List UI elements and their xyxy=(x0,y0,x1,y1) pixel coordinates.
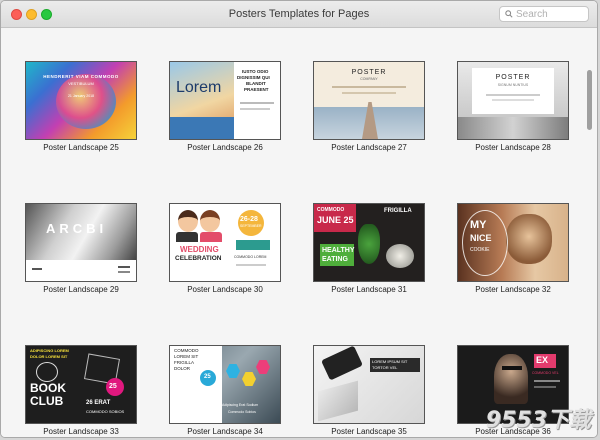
template-label: Poster Landscape 30 xyxy=(187,285,263,294)
thumb-text: COOKIE xyxy=(470,247,490,253)
template-tile[interactable]: ARCBI Poster Landscape 29 xyxy=(25,203,137,318)
template-label: Poster Landscape 32 xyxy=(475,285,551,294)
thumb-text: COMMODO LOREM xyxy=(234,255,267,259)
template-tile[interactable]: COMMODO JUNE 25 FRIGILLA HEALTHY EATING … xyxy=(313,203,425,318)
template-gallery: HENDRERIT VIAM COMMODO VESTIBULUM 21 Jan… xyxy=(1,28,597,437)
thumb-text: 26 ERAT xyxy=(86,400,111,406)
thumb-text: ARCBI xyxy=(46,221,108,236)
thumb-text: COMPANY xyxy=(360,77,378,81)
thumb-text: MY xyxy=(470,219,487,231)
template-tile[interactable]: POSTER SIGNUM NUNTIUS Poster Landscape 2… xyxy=(457,61,569,176)
thumb-text: 26-28 xyxy=(240,216,258,223)
template-thumbnail[interactable]: HENDRERIT VIAM COMMODO VESTIBULUM 21 Jan… xyxy=(25,61,137,140)
template-tile[interactable]: COMMODO LOREM SIT FRIGILLA DOLOR 25 Adip… xyxy=(169,345,281,437)
thumb-text: NICE xyxy=(470,233,492,243)
watermark-logo: 9553下载 xyxy=(485,408,591,433)
thumb-text: FRIGILLA xyxy=(174,360,195,365)
template-thumbnail[interactable]: MY NICE COOKIE xyxy=(457,203,569,282)
thumb-text: 21 January 2018 xyxy=(67,94,95,98)
template-label: Poster Landscape 25 xyxy=(43,143,119,152)
template-tile[interactable]: MY NICE COOKIE Poster Landscape 32 xyxy=(457,203,569,318)
vertical-scrollbar[interactable] xyxy=(587,70,592,130)
thumb-text: DIGNISSIM QUI xyxy=(237,75,270,80)
thumb-text: COMMODO xyxy=(174,348,199,353)
thumb-text: DOLOR xyxy=(174,366,191,371)
thumb-text: LOREM SIT xyxy=(174,354,199,359)
template-label: Poster Landscape 29 xyxy=(43,285,119,294)
thumb-text: ADIPISCING LOREM xyxy=(30,348,69,353)
app-window: Posters Templates for Pages HENDRERIT VI… xyxy=(0,0,598,438)
template-thumbnail[interactable]: ARCBI xyxy=(25,203,137,282)
thumb-text: COMMODO xyxy=(317,207,345,213)
thumb-text: Commodo Sobios xyxy=(228,410,256,414)
template-thumbnail[interactable]: Lorem IUSTO ODIO DIGNISSIM QUI BLANDIT P… xyxy=(169,61,281,140)
template-label: Poster Landscape 34 xyxy=(187,427,263,436)
thumb-text: HENDRERIT VIAM COMMODO xyxy=(43,74,119,79)
thumb-text: JUNE 25 xyxy=(317,215,354,225)
thumb-text: SIGNUM NUNTIUS xyxy=(497,83,529,87)
thumb-text: TORTOR VEL xyxy=(372,365,398,370)
template-thumbnail[interactable]: WEDDING CELEBRATION 26-28 SEPTEMBER COMM… xyxy=(169,203,281,282)
thumb-text: POSTER xyxy=(495,74,531,81)
thumb-text: LOREM IPSUM SIT xyxy=(372,359,408,364)
template-label: Poster Landscape 28 xyxy=(475,143,551,152)
template-label: Poster Landscape 26 xyxy=(187,143,263,152)
thumb-text: WEDDING xyxy=(180,245,219,254)
template-tile[interactable]: HENDRERIT VIAM COMMODO VESTIBULUM 21 Jan… xyxy=(25,61,137,176)
title-bar: Posters Templates for Pages xyxy=(1,1,597,28)
template-label: Poster Landscape 27 xyxy=(331,143,407,152)
thumb-text: IUSTO ODIO xyxy=(242,69,269,74)
thumb-text: CLUB xyxy=(30,394,64,408)
template-tile[interactable]: WEDDING CELEBRATION 26-28 SEPTEMBER COMM… xyxy=(169,203,281,318)
template-thumbnail[interactable]: POSTER SIGNUM NUNTIUS xyxy=(457,61,569,140)
thumb-text: COMMODO SOBIOS xyxy=(86,409,125,414)
template-label: Poster Landscape 31 xyxy=(331,285,407,294)
thumb-text: EX xyxy=(536,355,549,365)
thumb-text: EATING xyxy=(322,256,348,263)
thumb-text: BOOK xyxy=(30,381,66,395)
thumb-text: BLANDIT xyxy=(246,81,266,86)
thumb-text: Lorem xyxy=(176,79,222,96)
template-tile[interactable]: LOREM IPSUM SIT TORTOR VEL Poster Landsc… xyxy=(313,345,425,437)
template-label: Poster Landscape 33 xyxy=(43,427,119,436)
search-field[interactable] xyxy=(499,6,589,22)
thumb-text: DOLOR LOREM SIT xyxy=(30,354,68,359)
search-icon xyxy=(505,10,513,18)
template-thumbnail[interactable]: COMMODO JUNE 25 FRIGILLA HEALTHY EATING xyxy=(313,203,425,282)
template-tile[interactable]: Lorem IUSTO ODIO DIGNISSIM QUI BLANDIT P… xyxy=(169,61,281,176)
thumb-text: HEALTHY xyxy=(322,247,355,254)
thumb-text: SEPTEMBER xyxy=(240,224,262,228)
search-input[interactable] xyxy=(516,7,586,21)
thumb-text: Adipiscing Erat Sodium xyxy=(222,403,259,407)
template-thumbnail[interactable]: ADIPISCING LOREM DOLOR LOREM SIT BOOK CL… xyxy=(25,345,137,424)
thumb-text: CELEBRATION xyxy=(175,255,222,262)
thumb-text: COMMODO VEL xyxy=(532,371,559,375)
template-label: Poster Landscape 35 xyxy=(331,427,407,436)
template-thumbnail[interactable]: LOREM IPSUM SIT TORTOR VEL xyxy=(313,345,425,424)
thumb-text: 25 xyxy=(204,374,211,380)
template-thumbnail[interactable]: COMMODO LOREM SIT FRIGILLA DOLOR 25 Adip… xyxy=(169,345,281,424)
template-thumbnail[interactable]: POSTER COMPANY xyxy=(313,61,425,140)
template-tile[interactable]: POSTER COMPANY Poster Landscape 27 xyxy=(313,61,425,176)
thumb-text: PRAESENT xyxy=(244,87,269,92)
thumb-text: POSTER xyxy=(351,69,387,76)
thumb-text: FRIGILLA xyxy=(384,208,412,214)
template-tile[interactable]: ADIPISCING LOREM DOLOR LOREM SIT BOOK CL… xyxy=(25,345,137,437)
thumb-text: VESTIBULUM xyxy=(68,81,94,86)
thumb-text: 25 xyxy=(109,383,117,390)
